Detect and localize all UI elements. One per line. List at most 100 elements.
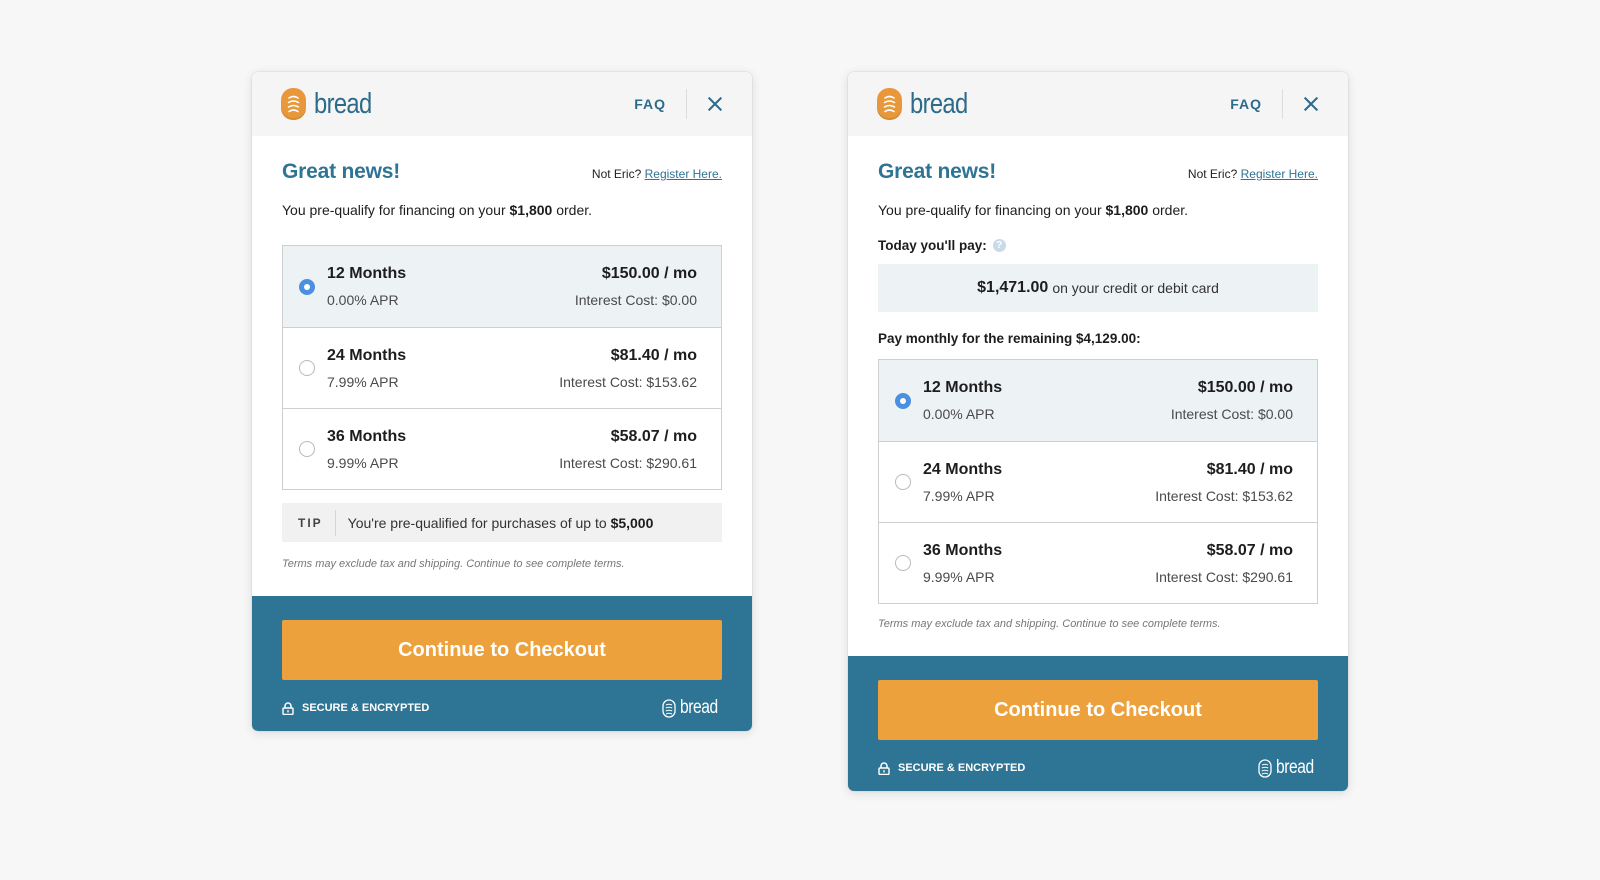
plan-apr: 7.99% APR xyxy=(923,487,995,504)
continue-to-checkout-button[interactable]: Continue to Checkout xyxy=(878,680,1318,740)
radio-unselected[interactable] xyxy=(895,555,911,571)
faq-link[interactable]: FAQ xyxy=(1230,96,1282,112)
plan-term: 24 Months xyxy=(327,346,407,364)
plan-option-12-months[interactable]: 12 Months 0.00% APR $150.00 / mo Interes… xyxy=(283,246,721,327)
plan-payment: $81.40 / mo xyxy=(1206,460,1293,478)
remaining-label: Pay monthly for the remaining $4,129.00: xyxy=(878,331,1141,346)
continue-to-checkout-button[interactable]: Continue to Checkout xyxy=(282,620,722,680)
today-pay-label: Today you'll pay: ? xyxy=(878,238,1318,253)
plan-apr: 9.99% APR xyxy=(327,454,399,471)
footer-bread-logo: bread xyxy=(1258,757,1318,779)
plan-term: 36 Months xyxy=(923,541,1003,559)
help-icon[interactable]: ? xyxy=(992,239,1006,252)
footer-logo-wordmark: bread xyxy=(679,697,718,718)
logo-wordmark: bread xyxy=(314,87,372,120)
today-suffix: on your credit or debit card xyxy=(1052,280,1219,296)
tip-amount: $5,000 xyxy=(610,514,654,531)
plan-payment: $58.07 / mo xyxy=(1206,541,1293,559)
plan-term: 24 Months xyxy=(923,460,1003,478)
register-link[interactable]: Register Here. xyxy=(645,167,722,181)
plan-interest: Interest Cost: $0.00 xyxy=(1170,406,1293,422)
prequal-prefix: You pre-qualify for financing on your xyxy=(878,202,1102,218)
prequal-text: You pre-qualify for financing on your $1… xyxy=(282,202,722,218)
prequal-text: You pre-qualify for financing on your $1… xyxy=(878,202,1318,218)
modal-footer: Continue to Checkout SECURE & ENCRYPTED xyxy=(252,596,752,731)
plan-option-36-months[interactable]: 36 Months 9.99% APR $58.07 / mo Interest… xyxy=(283,408,721,489)
bread-loaf-outline-icon xyxy=(662,698,676,718)
modal-body: Great news! Not Eric? Register Here. You… xyxy=(848,136,1348,656)
tip-label: TIP xyxy=(282,509,336,536)
plan-option-24-months[interactable]: 24 Months 7.99% APR $81.40 / mo Interest… xyxy=(879,441,1317,522)
financing-modal-basic: bread FAQ Great news! Not Eric? Register… xyxy=(252,72,752,731)
bread-loaf-icon xyxy=(281,88,306,120)
today-pay-box: $1,471.00 on your credit or debit card xyxy=(878,264,1318,312)
header-divider xyxy=(1282,89,1283,119)
tip-banner: TIP You're pre-qualified for purchases o… xyxy=(282,503,722,542)
bread-logo: bread xyxy=(877,88,980,121)
lock-icon xyxy=(878,761,890,775)
plan-interest: Interest Cost: $0.00 xyxy=(574,292,697,308)
plan-options: 12 Months 0.00% APR $150.00 / mo Interes… xyxy=(878,359,1318,604)
bread-loaf-icon xyxy=(877,88,902,120)
plan-option-36-months[interactable]: 36 Months 9.99% APR $58.07 / mo Interest… xyxy=(879,522,1317,603)
modal-header: bread FAQ xyxy=(848,72,1348,136)
tip-text: You're pre-qualified for purchases of up… xyxy=(336,515,654,531)
logo-wordmark: bread xyxy=(910,87,968,120)
secure-label: SECURE & ENCRYPTED xyxy=(898,762,1026,774)
today-amount: $1,471.00 xyxy=(977,279,1049,296)
modal-body: Great news! Not Eric? Register Here. You… xyxy=(252,136,752,596)
prequal-suffix: order. xyxy=(1152,202,1189,218)
prequal-amount: $1,800 xyxy=(509,202,553,218)
plan-term: 12 Months xyxy=(923,379,1003,396)
plan-term: 12 Months xyxy=(327,265,407,282)
prequal-suffix: order. xyxy=(556,202,593,218)
secure-label: SECURE & ENCRYPTED xyxy=(302,702,430,714)
terms-note: Terms may exclude tax and shipping. Cont… xyxy=(878,618,1221,630)
plan-interest: Interest Cost: $153.62 xyxy=(1155,487,1293,504)
radio-unselected[interactable] xyxy=(299,360,315,376)
plan-apr: 0.00% APR xyxy=(327,292,399,308)
footer-bread-logo: bread xyxy=(662,697,722,719)
plan-interest: Interest Cost: $290.61 xyxy=(1155,568,1293,585)
plan-apr: 0.00% APR xyxy=(923,406,995,422)
close-icon[interactable] xyxy=(1303,96,1319,112)
plan-apr: 7.99% APR xyxy=(327,373,399,390)
plan-term: 36 Months xyxy=(327,427,407,445)
plan-option-24-months[interactable]: 24 Months 7.99% APR $81.40 / mo Interest… xyxy=(283,327,721,408)
plan-interest: Interest Cost: $290.61 xyxy=(559,454,697,471)
radio-unselected[interactable] xyxy=(895,474,911,490)
canvas: bread FAQ Great news! Not Eric? Register… xyxy=(0,0,1600,880)
not-user-text: Not Eric? Register Here. xyxy=(1188,167,1318,181)
financing-modal-split-payment: bread FAQ Great news! Not Eric? Register… xyxy=(848,72,1348,791)
radio-unselected[interactable] xyxy=(299,441,315,457)
today-label-text: Today you'll pay: xyxy=(878,238,987,253)
headline: Great news! xyxy=(878,160,997,183)
plan-option-12-months[interactable]: 12 Months 0.00% APR $150.00 / mo Interes… xyxy=(879,360,1317,441)
tip-message: You're pre-qualified for purchases of up… xyxy=(347,514,607,531)
close-icon[interactable] xyxy=(707,96,723,112)
terms-note: Terms may exclude tax and shipping. Cont… xyxy=(282,558,625,570)
plan-interest: Interest Cost: $153.62 xyxy=(559,373,697,390)
plan-apr: 9.99% APR xyxy=(923,568,995,585)
not-user-label: Not Eric? xyxy=(591,167,642,181)
radio-selected[interactable] xyxy=(895,392,911,409)
modal-header: bread FAQ xyxy=(252,72,752,136)
footer-logo-wordmark: bread xyxy=(1275,757,1314,778)
prequal-amount: $1,800 xyxy=(1105,202,1149,218)
headline: Great news! xyxy=(282,160,401,183)
not-user-text: Not Eric? Register Here. xyxy=(592,167,722,181)
plan-options: 12 Months 0.00% APR $150.00 / mo Interes… xyxy=(282,245,722,490)
bread-logo: bread xyxy=(281,88,384,121)
secure-badge: SECURE & ENCRYPTED xyxy=(878,761,1026,775)
plan-payment: $150.00 / mo xyxy=(1197,379,1293,396)
secure-badge: SECURE & ENCRYPTED xyxy=(282,701,430,715)
register-link[interactable]: Register Here. xyxy=(1241,167,1318,181)
radio-selected[interactable] xyxy=(299,278,315,295)
modal-footer: Continue to Checkout SECURE & ENCRYPTED xyxy=(848,656,1348,791)
not-user-label: Not Eric? xyxy=(1187,167,1238,181)
lock-icon xyxy=(282,701,294,715)
prequal-prefix: You pre-qualify for financing on your xyxy=(282,202,506,218)
faq-link[interactable]: FAQ xyxy=(634,96,686,112)
plan-payment: $58.07 / mo xyxy=(610,427,697,445)
plan-payment: $150.00 / mo xyxy=(601,265,697,282)
